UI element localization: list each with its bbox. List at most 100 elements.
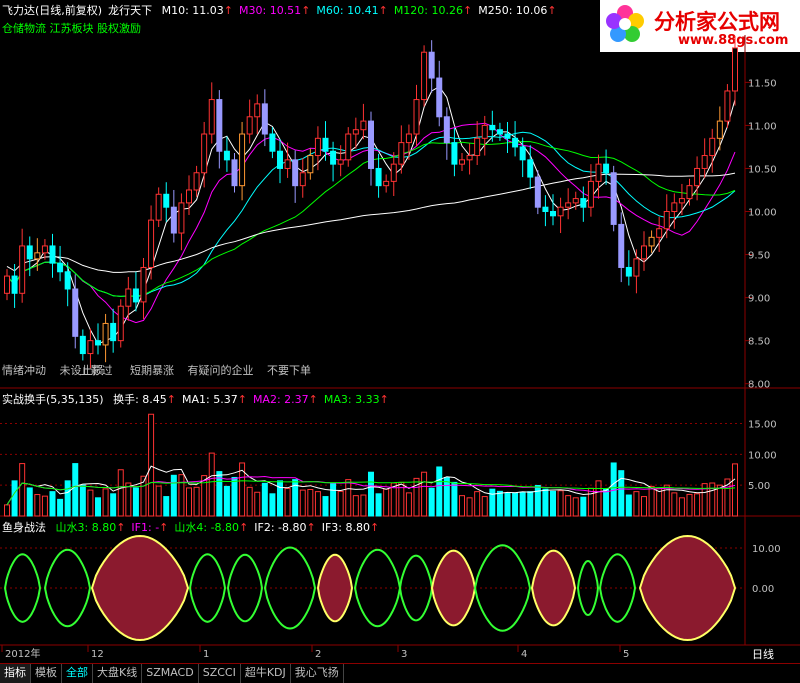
candle-body	[421, 51, 428, 101]
volume-bar	[572, 497, 579, 517]
candle-body	[337, 159, 344, 165]
candle-body	[732, 47, 738, 92]
volume-bar	[580, 496, 587, 517]
volume-bar	[678, 497, 685, 517]
volume-bar	[26, 487, 33, 517]
candle-body	[239, 133, 246, 187]
up-arrow-icon: ↑	[239, 521, 249, 534]
volume-bar	[671, 492, 678, 517]
candle-body	[405, 133, 412, 144]
volume-bar	[314, 491, 321, 517]
y-tick-label: 8.50	[748, 337, 770, 348]
volume-bar	[345, 479, 352, 517]
candle-body	[155, 193, 162, 221]
volume-bar	[587, 487, 594, 517]
candle-body	[19, 245, 26, 294]
up-arrow-icon: ↑	[116, 521, 126, 534]
tab-indicator[interactable]: 指标	[0, 664, 31, 683]
fish-body-red	[530, 549, 577, 627]
candle-body	[694, 167, 701, 187]
volume-bar	[34, 494, 41, 517]
candle-body	[466, 155, 473, 161]
candle-body	[34, 252, 41, 260]
candle-body	[610, 172, 617, 225]
volume-bar	[170, 474, 177, 517]
volume-bar	[223, 485, 230, 517]
candle-body	[603, 163, 610, 174]
volume-bar	[641, 496, 647, 517]
candle-body	[163, 193, 170, 208]
candle-body	[132, 288, 139, 303]
candle-body	[117, 305, 124, 342]
candle-body	[587, 180, 594, 208]
tab-szcci[interactable]: SZCCI	[199, 664, 241, 683]
candle-body	[648, 236, 655, 247]
tab-kdj[interactable]: 超牛KDJ	[241, 664, 291, 683]
candle-body	[565, 202, 572, 208]
volume-bar	[375, 493, 382, 517]
volume-bar	[102, 488, 109, 517]
volume-bar	[307, 488, 314, 517]
candle-body	[140, 266, 147, 303]
volume-bar	[603, 488, 610, 517]
value-item: MA2: 2.37	[252, 393, 309, 406]
volume-bar	[254, 491, 261, 517]
volume-bar	[489, 488, 496, 517]
volume-bar	[246, 486, 253, 517]
candle-body	[201, 133, 208, 174]
up-arrow-icon: ↑	[379, 393, 389, 406]
volume-bar	[534, 484, 541, 517]
volume-bar	[41, 495, 48, 517]
candle-body	[504, 133, 511, 139]
volume-bar	[148, 413, 155, 517]
value-item: IF2: -8.80	[254, 521, 307, 534]
candle-body	[26, 245, 33, 260]
volume-bar	[284, 488, 291, 517]
candle-body	[87, 340, 94, 355]
y-tick-label: 0.00	[752, 584, 774, 595]
chart-canvas[interactable]: 8.008.509.009.5010.0010.5011.0011.50 5.0…	[0, 0, 800, 663]
value-item: IF3: 8.80	[321, 521, 370, 534]
candle-body	[216, 99, 223, 152]
candle-body	[254, 103, 261, 118]
candle-body	[656, 228, 663, 238]
candle-body	[459, 159, 465, 165]
volume-bar	[360, 494, 367, 517]
candle-body	[345, 133, 352, 161]
tab-market-kline[interactable]: 大盘K线	[93, 664, 143, 683]
note-item: 情绪冲动	[2, 364, 46, 377]
period-label[interactable]: 日线	[752, 646, 774, 662]
volume-bar	[557, 490, 564, 517]
candle-body	[375, 167, 382, 187]
volume-bar	[155, 485, 162, 517]
candle-body	[443, 116, 450, 144]
volume-bar	[11, 480, 18, 517]
candle-body	[709, 137, 716, 157]
candle-body	[496, 129, 503, 135]
y-tick-label: 10.00	[748, 450, 777, 461]
x-tick-label: 2012年	[5, 647, 40, 660]
tab-szmacd[interactable]: SZMACD	[142, 664, 199, 683]
candle-body	[49, 245, 56, 264]
fish-title: 鱼身战法	[2, 521, 46, 534]
volume-bar	[57, 498, 64, 517]
volume-bar	[595, 480, 602, 517]
y-tick-label: 10.00	[748, 208, 777, 219]
tab-template[interactable]: 模板	[31, 664, 62, 683]
y-tick-label: 11.00	[748, 121, 777, 132]
candle-body	[580, 198, 587, 208]
volume-bar	[178, 474, 185, 517]
tab-woxinfeiyang[interactable]: 我心飞扬	[291, 664, 344, 683]
y-tick-label: 9.50	[748, 251, 770, 262]
candle-body	[686, 185, 693, 200]
volume-bar	[208, 452, 215, 517]
y-tick-label: 10.50	[748, 164, 777, 175]
value-item: MA1: 5.37	[182, 393, 238, 406]
up-arrow-icon: ↑	[166, 393, 176, 406]
tab-all[interactable]: 全部	[62, 664, 93, 683]
volume-bar	[95, 497, 101, 517]
volume-bar	[231, 476, 238, 517]
fish-body-red	[638, 534, 737, 642]
candle-body	[170, 206, 177, 234]
candle-body	[148, 219, 155, 268]
